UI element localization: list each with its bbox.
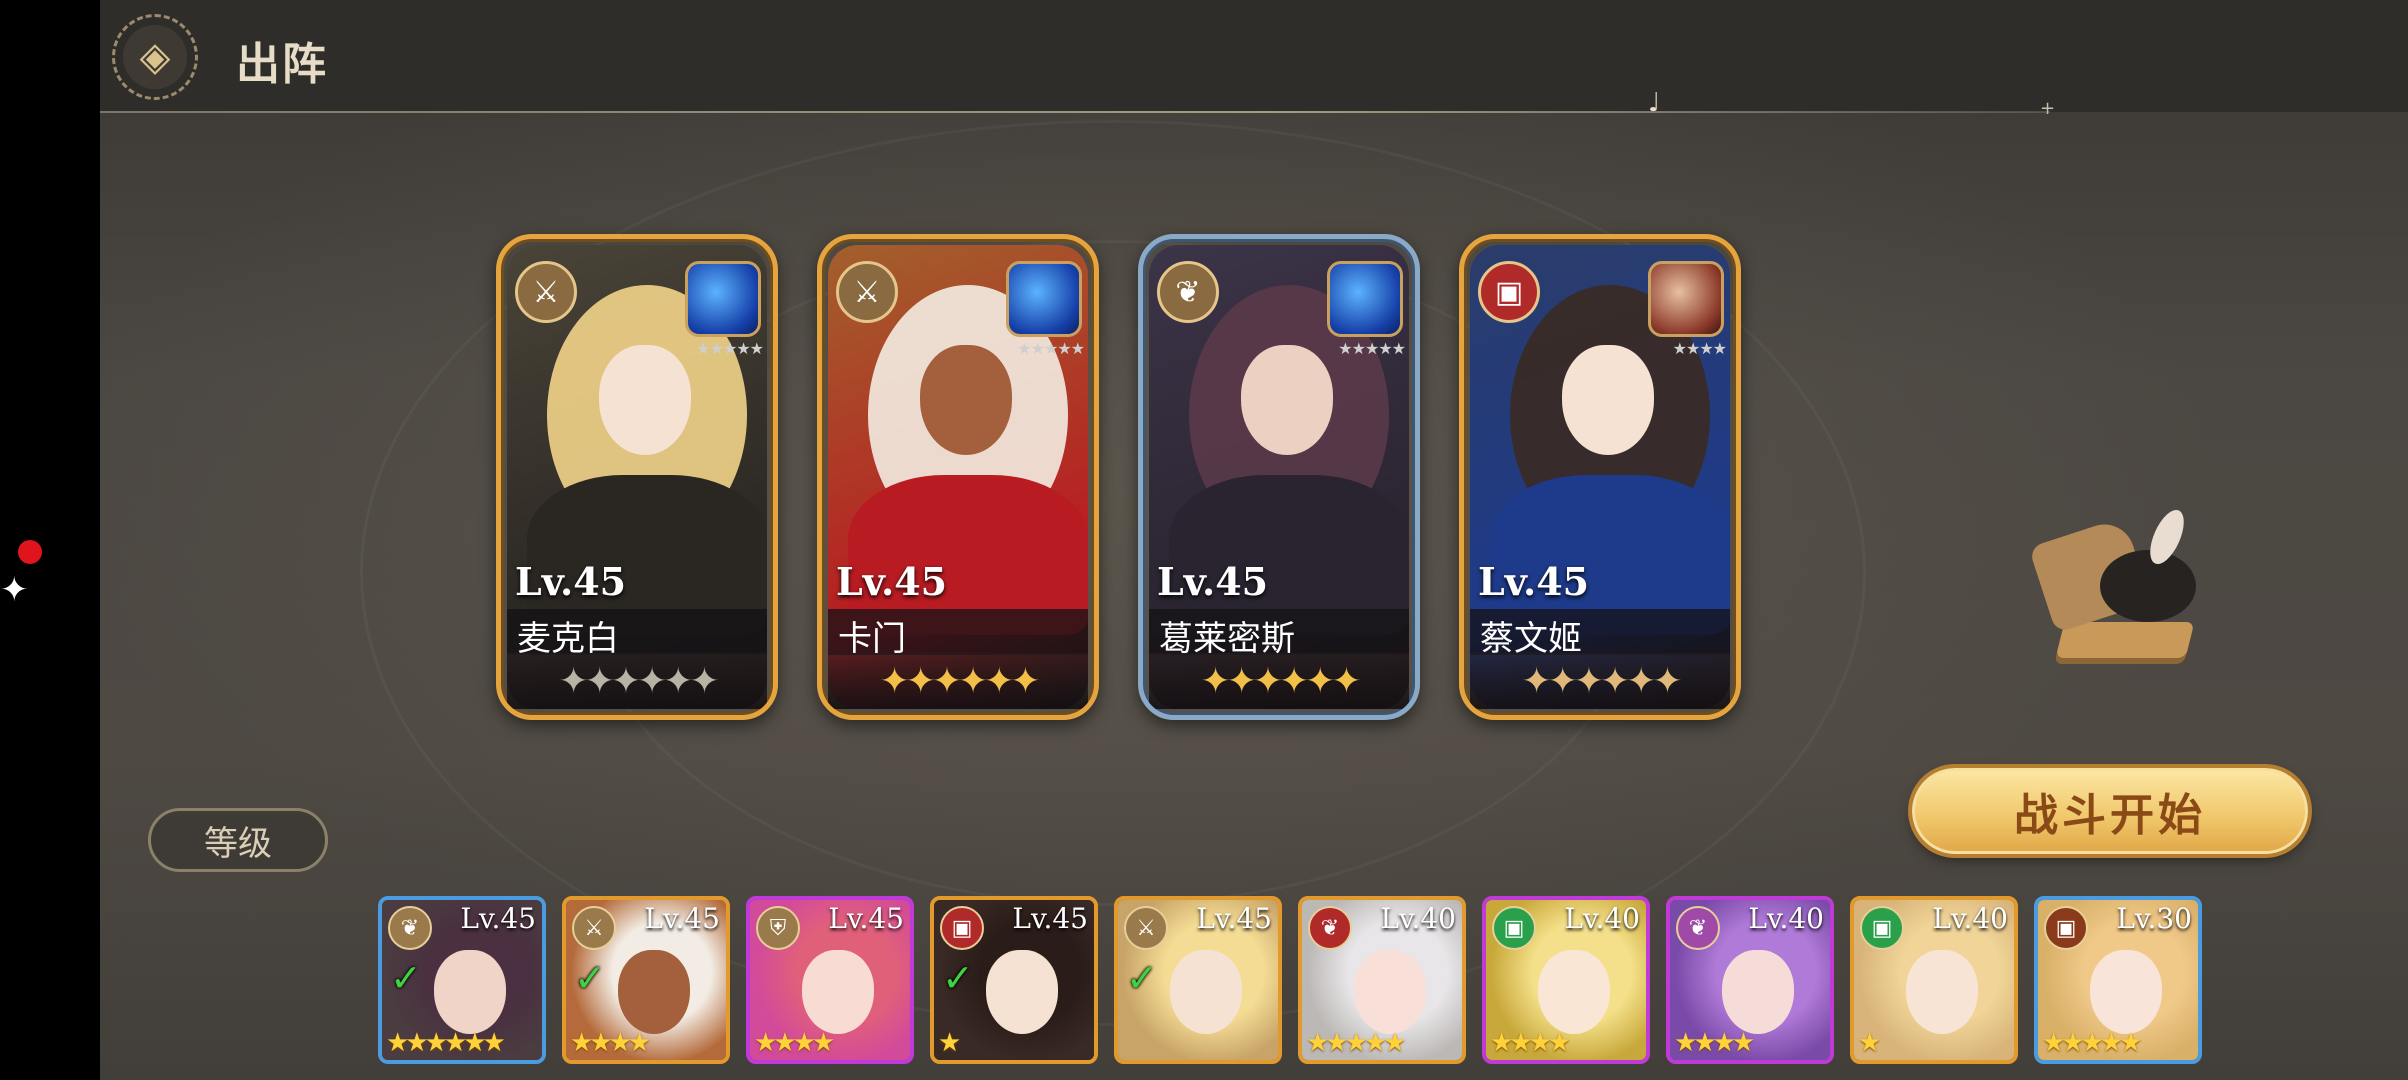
star-rank: ✦✦✦✦✦✦ <box>507 653 767 709</box>
music-note-icon: ♩ <box>1648 88 1661 118</box>
roster-level: Lv.40 <box>1564 902 1640 935</box>
element-crystal-icon <box>685 261 761 337</box>
roster-stars: ★★★★★★ <box>386 1028 506 1058</box>
roster-character-card[interactable]: ⚔ Lv.45 ✓ <box>1114 896 1282 1064</box>
header-bar: ◈ 出阵 ♩ + <box>100 0 2408 119</box>
roster-stars: ★ <box>1858 1028 1881 1058</box>
element-stars: ★★★★★ <box>1017 339 1085 358</box>
class-icon: ❦ <box>388 906 432 950</box>
roster-face <box>1354 950 1426 1034</box>
back-button[interactable]: ◈ <box>112 14 198 100</box>
roster-character-card[interactable]: ▣ Lv.30 ★★★★★ <box>2034 896 2202 1064</box>
game-stage: ◈ 出阵 ♩ + ⚔ ★★★★★ Lv.45 麦克白 ✦✦✦✦✦✦ ⚔ ★★★★… <box>100 0 2408 1080</box>
roster-stars: ★★★★★ <box>1306 1028 1407 1058</box>
roster-stars: ★★★★ <box>754 1028 835 1058</box>
roster-stars: ★★★★ <box>1674 1028 1755 1058</box>
class-icon: ▣ <box>940 906 984 950</box>
class-icon: ❦ <box>1676 906 1720 950</box>
class-icon: ▣ <box>2044 906 2088 950</box>
character-level: Lv.45 <box>1157 559 1269 604</box>
class-icon: ▣ <box>1478 261 1540 323</box>
roster-character-card[interactable]: ⚔ Lv.45 ✓ ★★★★ <box>562 896 730 1064</box>
roster-character-card[interactable]: ❦ Lv.40 ★★★★★ <box>1298 896 1466 1064</box>
roster-character-card[interactable]: ▣ Lv.40 ★ <box>1850 896 2018 1064</box>
element-stars: ★★★★★ <box>696 339 764 358</box>
sparkle-icon: ✦ <box>0 570 29 610</box>
page-title: 出阵 <box>236 39 328 90</box>
roster-level: Lv.45 <box>644 902 720 935</box>
class-icon: ⚔ <box>1124 906 1168 950</box>
element-crystal-icon <box>1327 261 1403 337</box>
roster-face <box>986 950 1058 1034</box>
formation-card[interactable]: ⚔ ★★★★★ Lv.45 麦克白 ✦✦✦✦✦✦ <box>496 234 778 720</box>
element-crystal-icon <box>1648 261 1724 337</box>
cat-ear <box>2143 505 2191 569</box>
header-divider <box>100 111 2050 113</box>
class-icon: ❦ <box>1157 261 1219 323</box>
roster-face <box>1722 950 1794 1034</box>
mascot-base <box>2055 622 2195 658</box>
record-indicator-icon <box>18 540 42 564</box>
roster-level: Lv.45 <box>1012 902 1088 935</box>
roster-level: Lv.45 <box>828 902 904 935</box>
roster-face <box>1170 950 1242 1034</box>
roster-face <box>618 950 690 1034</box>
class-icon: ▣ <box>1860 906 1904 950</box>
roster-character-card[interactable]: ❦ Lv.40 ★★★★ <box>1666 896 1834 1064</box>
class-icon: ⚔ <box>836 261 898 323</box>
roster-level: Lv.30 <box>2116 902 2192 935</box>
class-icon: ⚔ <box>572 906 616 950</box>
class-icon: ⚔ <box>515 261 577 323</box>
class-icon: ▣ <box>1492 906 1536 950</box>
selected-check-icon: ✓ <box>574 956 606 1000</box>
roster-level: Lv.40 <box>1932 902 2008 935</box>
roster-stars: ★★★★ <box>1490 1028 1571 1058</box>
character-level: Lv.45 <box>836 559 948 604</box>
roster-face <box>802 950 874 1034</box>
element-stars: ★★★★★ <box>1338 339 1406 358</box>
roster-face <box>434 950 506 1034</box>
roster-level: Lv.40 <box>1748 902 1824 935</box>
class-icon: ❦ <box>1308 906 1352 950</box>
battle-start-button[interactable]: 战斗开始 <box>1912 768 2308 854</box>
character-roster[interactable]: ❦ Lv.45 ✓ ★★★★★★ ⚔ Lv.45 ✓ ★★★★ ⛨ Lv.45 … <box>378 896 2292 1080</box>
class-icon: ⛨ <box>756 906 800 950</box>
character-level: Lv.45 <box>1478 559 1590 604</box>
roster-stars: ★★★★ <box>570 1028 651 1058</box>
system-edge-bar: ✦ <box>0 0 100 1080</box>
back-diamond-icon: ◈ <box>123 25 187 89</box>
element-stars: ★★★★ <box>1672 339 1727 358</box>
roster-stars: ★★★★★ <box>2042 1028 2143 1058</box>
sort-by-level-button[interactable]: 等级 <box>148 808 328 872</box>
roster-face <box>2090 950 2162 1034</box>
character-level: Lv.45 <box>515 559 627 604</box>
cat-body <box>2100 550 2196 622</box>
star-rank: ✦✦✦✦✦✦ <box>1149 653 1409 709</box>
portrait-face <box>920 345 1012 455</box>
portrait-face <box>1241 345 1333 455</box>
roster-stars: ★ <box>938 1028 961 1058</box>
roster-level: Lv.45 <box>1196 902 1272 935</box>
selected-check-icon: ✓ <box>942 956 974 1000</box>
roster-character-card[interactable]: ▣ Lv.45 ✓ ★ <box>930 896 1098 1064</box>
star-rank: ✦✦✦✦✦✦ <box>1470 653 1730 709</box>
roster-character-card[interactable]: ▣ Lv.40 ★★★★ <box>1482 896 1650 1064</box>
roster-face <box>1906 950 1978 1034</box>
selected-check-icon: ✓ <box>1126 956 1158 1000</box>
portrait-face <box>1562 345 1654 455</box>
plus-icon: + <box>2040 98 2056 119</box>
star-rank: ✦✦✦✦✦✦ <box>828 653 1088 709</box>
element-crystal-icon <box>1006 261 1082 337</box>
roster-level: Lv.40 <box>1380 902 1456 935</box>
roster-level: Lv.45 <box>460 902 536 935</box>
formation-card[interactable]: ⚔ ★★★★★ Lv.45 卡门 ✦✦✦✦✦✦ <box>817 234 1099 720</box>
formation-card[interactable]: ▣ ★★★★ Lv.45 蔡文姬 ✦✦✦✦✦✦ <box>1459 234 1741 720</box>
formation-card[interactable]: ❦ ★★★★★ Lv.45 葛莱密斯 ✦✦✦✦✦✦ <box>1138 234 1420 720</box>
roster-face <box>1538 950 1610 1034</box>
roster-character-card[interactable]: ❦ Lv.45 ✓ ★★★★★★ <box>378 896 546 1064</box>
portrait-face <box>599 345 691 455</box>
roster-character-card[interactable]: ⛨ Lv.45 ★★★★ <box>746 896 914 1064</box>
selected-check-icon: ✓ <box>390 956 422 1000</box>
mascot-cat-in-bag[interactable] <box>2028 500 2210 670</box>
